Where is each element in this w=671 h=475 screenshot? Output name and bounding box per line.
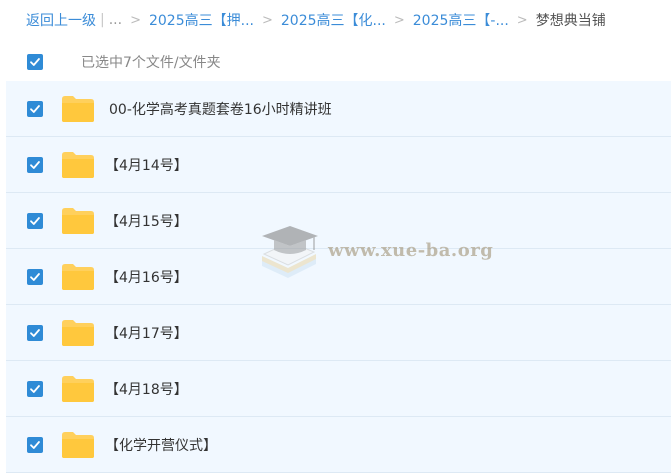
checkbox-checked-icon: [30, 272, 40, 281]
checkbox-checked-icon: [30, 328, 40, 337]
row-checkbox[interactable]: [27, 156, 43, 173]
checkbox-checked-icon: [30, 58, 40, 66]
selection-count-text: 已选中7个文件/文件夹: [81, 55, 221, 71]
row-checkbox[interactable]: [27, 212, 43, 229]
list-item[interactable]: 【4月14号】: [6, 137, 671, 193]
breadcrumb-item-3[interactable]: 2025高三【-...: [413, 10, 509, 30]
breadcrumb-arrow: >: [130, 12, 141, 28]
folder-icon: [61, 95, 95, 123]
checkbox-checked-icon: [30, 104, 40, 113]
folder-icon: [61, 431, 95, 459]
row-checkbox[interactable]: [27, 268, 43, 285]
selection-bar: 已选中7个文件/文件夹: [0, 44, 671, 80]
folder-icon: [61, 375, 95, 403]
checkbox-checked-icon: [30, 216, 40, 225]
folder-icon: [61, 151, 95, 179]
file-list: 00-化学高考真题套卷16小时精讲班 【4月14号】 【4月15号】 【4月16…: [6, 81, 671, 473]
list-item[interactable]: 【4月17号】: [6, 305, 671, 361]
file-name[interactable]: 【4月18号】: [105, 379, 188, 399]
breadcrumb-ellipsis[interactable]: ...: [109, 12, 122, 28]
breadcrumb-current: 梦想典当铺: [535, 13, 606, 29]
checkbox-checked-icon: [30, 440, 40, 449]
checkbox-checked-icon: [30, 384, 40, 393]
breadcrumb-arrow: >: [393, 12, 405, 28]
list-item[interactable]: 【4月16号】: [6, 249, 671, 305]
folder-icon: [61, 319, 95, 347]
back-link[interactable]: 返回上一级: [26, 10, 96, 30]
list-item[interactable]: 【化学开营仪式】: [6, 417, 671, 473]
folder-icon: [61, 207, 95, 235]
breadcrumb-item-1[interactable]: 2025高三【押...: [149, 10, 254, 30]
file-name[interactable]: 【4月16号】: [105, 267, 188, 287]
select-all-checkbox[interactable]: [27, 54, 43, 70]
file-name[interactable]: 【化学开营仪式】: [105, 435, 217, 455]
file-name[interactable]: 【4月14号】: [105, 155, 188, 175]
breadcrumb-item-2[interactable]: 2025高三【化...: [281, 10, 386, 30]
row-checkbox[interactable]: [27, 380, 43, 397]
breadcrumb-arrow: >: [261, 12, 273, 28]
list-item[interactable]: 【4月15号】: [6, 193, 671, 249]
breadcrumb-divider: |: [100, 12, 105, 28]
list-item[interactable]: 【4月18号】: [6, 361, 671, 417]
checkbox-checked-icon: [30, 160, 40, 169]
file-name[interactable]: 【4月17号】: [105, 323, 188, 343]
file-name[interactable]: 00-化学高考真题套卷16小时精讲班: [109, 99, 332, 119]
list-item[interactable]: 00-化学高考真题套卷16小时精讲班: [6, 81, 671, 137]
breadcrumb-arrow: >: [516, 12, 528, 28]
file-name[interactable]: 【4月15号】: [105, 211, 188, 231]
folder-icon: [61, 263, 95, 291]
row-checkbox[interactable]: [27, 100, 43, 117]
row-checkbox[interactable]: [27, 324, 43, 341]
row-checkbox[interactable]: [27, 436, 43, 453]
breadcrumb: 返回上一级 | ... > 2025高三【押... > 2025高三【化... …: [0, 0, 671, 40]
